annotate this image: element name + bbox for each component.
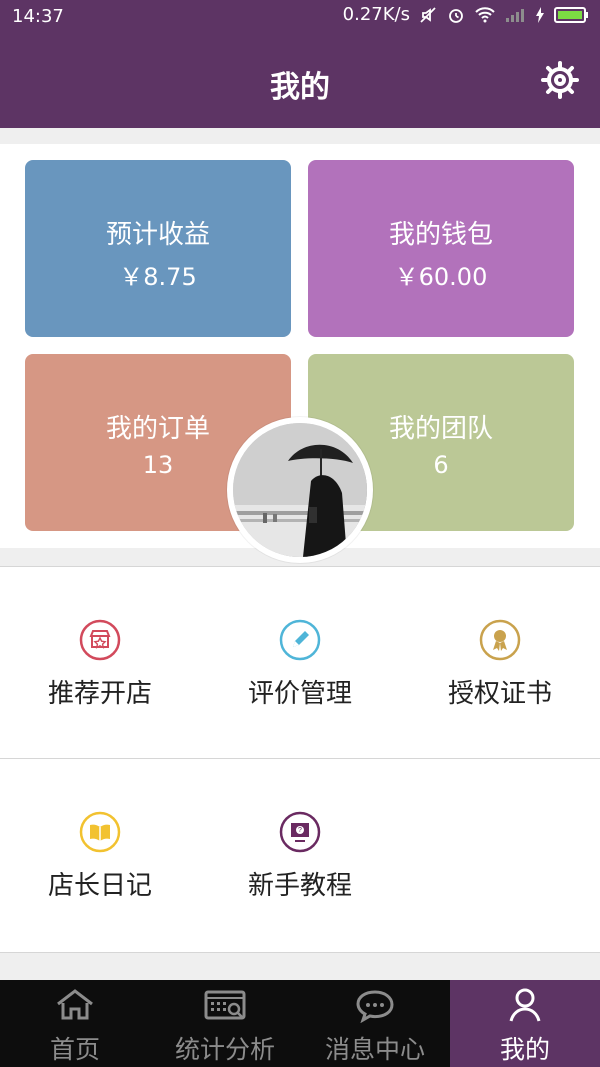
menu-item-empty bbox=[400, 759, 600, 952]
wifi-icon bbox=[474, 6, 496, 24]
app-header: 我的 bbox=[0, 34, 600, 128]
stats-icon bbox=[203, 986, 247, 1024]
feature-grid: 推荐开店 评价管理 授权证书 店长日记 ? 新手教程 bbox=[0, 566, 600, 953]
menu-item-newbie-tutorial[interactable]: ? 新手教程 bbox=[200, 759, 401, 952]
mute-icon bbox=[418, 5, 438, 25]
summary-cards: 预计收益 ￥8.75 我的钱包 ￥60.00 我的订单 13 我的团队 6 bbox=[0, 144, 600, 563]
battery-icon bbox=[554, 6, 590, 24]
tutorial-icon: ? bbox=[279, 811, 321, 853]
menu-item-label: 店长日记 bbox=[47, 871, 152, 901]
book-icon bbox=[79, 811, 121, 853]
nav-messages[interactable]: 消息中心 bbox=[300, 980, 450, 1067]
bottom-nav: 首页 统计分析 消息中心 我的 bbox=[0, 980, 600, 1067]
shop-icon bbox=[79, 619, 121, 661]
nav-profile-label: 我的 bbox=[499, 1035, 550, 1064]
network-speed: 0.27K/s bbox=[342, 4, 410, 25]
nav-home[interactable]: 首页 bbox=[0, 980, 150, 1067]
charging-icon bbox=[534, 6, 546, 24]
wallet-card[interactable]: 我的钱包 ￥60.00 bbox=[308, 160, 574, 337]
menu-item-recommend-store[interactable]: 推荐开店 bbox=[0, 567, 201, 759]
status-right: 0.27K/s bbox=[343, 4, 590, 25]
nav-home-label: 首页 bbox=[49, 1035, 100, 1064]
avatar-image bbox=[233, 423, 367, 557]
signal-icon bbox=[504, 6, 526, 24]
pencil-icon bbox=[279, 619, 321, 661]
menu-item-label: 新手教程 bbox=[247, 871, 352, 901]
status-bar: 14:37 0.27K/s bbox=[0, 0, 600, 34]
menu-item-manager-diary[interactable]: 店长日记 bbox=[0, 759, 201, 952]
home-icon bbox=[53, 986, 97, 1024]
award-icon bbox=[479, 619, 521, 661]
settings-button[interactable] bbox=[538, 58, 582, 102]
menu-item-certificate[interactable]: 授权证书 bbox=[400, 567, 600, 759]
menu-item-label: 推荐开店 bbox=[47, 679, 152, 709]
message-icon bbox=[353, 986, 397, 1024]
nav-messages-label: 消息中心 bbox=[324, 1035, 425, 1064]
estimated-earnings-card[interactable]: 预计收益 ￥8.75 bbox=[25, 160, 291, 337]
gear-icon bbox=[541, 61, 579, 99]
menu-item-label: 授权证书 bbox=[447, 679, 552, 709]
alarm-icon bbox=[446, 5, 466, 25]
estimated-earnings-value: ￥8.75 bbox=[119, 263, 197, 291]
nav-statistics[interactable]: 统计分析 bbox=[150, 980, 300, 1067]
user-icon bbox=[503, 986, 547, 1024]
nav-profile[interactable]: 我的 bbox=[450, 980, 600, 1067]
nav-statistics-label: 统计分析 bbox=[174, 1035, 275, 1064]
avatar[interactable] bbox=[227, 417, 373, 563]
svg-text:?: ? bbox=[298, 827, 302, 834]
estimated-earnings-label: 预计收益 bbox=[105, 220, 210, 250]
wallet-label: 我的钱包 bbox=[388, 220, 493, 250]
menu-item-label: 评价管理 bbox=[247, 679, 352, 709]
menu-item-review-management[interactable]: 评价管理 bbox=[200, 567, 401, 759]
app-screen: 14:37 0.27K/s 我的 预计收益 ￥8.75 我的钱包 ￥60.00 … bbox=[0, 0, 600, 1067]
wallet-value: ￥60.00 bbox=[394, 263, 488, 291]
page-title: 我的 bbox=[270, 70, 330, 105]
status-time: 14:37 bbox=[12, 6, 64, 27]
